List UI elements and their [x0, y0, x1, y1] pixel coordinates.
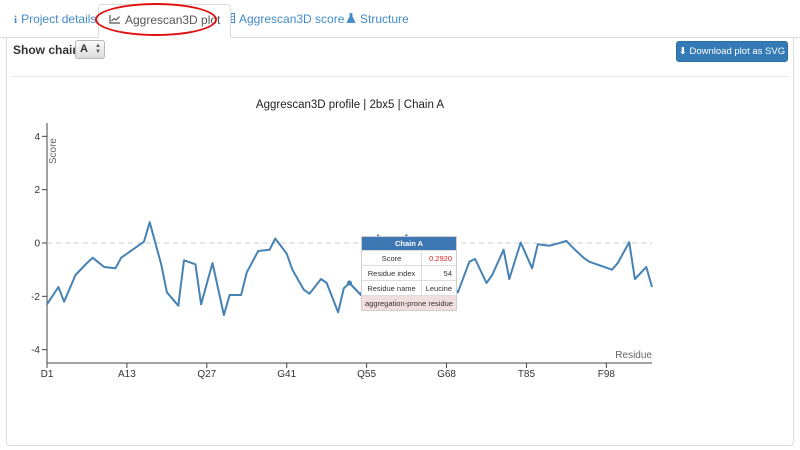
tooltip-row-name: Residue name Leucine [362, 280, 456, 295]
x-tick-label: D1 [41, 369, 54, 380]
x-tick-label: F98 [598, 369, 616, 380]
tooltip-row-index: Residue index 54 [362, 265, 456, 280]
tooltip-footer: aggregation-prone residue [362, 295, 456, 310]
tooltip-value: Leucine [425, 284, 452, 293]
series-layer [46, 221, 653, 316]
x-tick-label: T85 [518, 369, 536, 380]
y-ticks: -4 -2 0 2 4 [31, 132, 47, 356]
y-tick-label: 4 [34, 132, 40, 143]
x-tick-label: A13 [118, 369, 136, 380]
chart-title: Aggrescan3D profile | 2bx5 | Chain A [256, 99, 444, 111]
x-ticks: D1 A13 Q27 G41 Q55 G68 T85 F98 [41, 363, 616, 380]
tooltip-value: 0.2920 [429, 254, 452, 263]
residue-tooltip: Chain A Score 0.2920 Residue index 54 Re… [361, 236, 457, 311]
tab-label: Aggrescan3D plot [125, 13, 221, 27]
hovered-point [347, 280, 352, 286]
tab-aggrescan3d-plot[interactable]: Aggrescan3D plot [98, 4, 232, 38]
y-tick-label: 0 [34, 239, 40, 250]
x-tick-label: Q27 [197, 369, 216, 380]
x-tick-label: Q55 [357, 369, 376, 380]
x-tick-label: G68 [437, 369, 456, 380]
tooltip-key: Residue index [362, 266, 422, 280]
aggrescan-profile-chart: Aggrescan3D profile | 2bx5 | Chain A D1 A… [31, 99, 653, 380]
y-tick-label: 2 [34, 185, 40, 196]
y-tick-label: -2 [31, 292, 40, 303]
y-axis-label: Score [48, 138, 59, 165]
tooltip-key: Score [362, 251, 422, 265]
x-tick-label: G41 [277, 369, 296, 380]
x-axis-label: Residue [615, 350, 652, 361]
line-chart-icon [109, 6, 121, 36]
tooltip-row-score: Score 0.2920 [362, 250, 456, 265]
tooltip-key: Residue name [362, 281, 422, 295]
score-series-line [46, 221, 653, 316]
tooltip-title: Chain A [362, 237, 456, 250]
tooltip-value: 54 [443, 269, 452, 278]
y-tick-label: -4 [31, 345, 40, 356]
